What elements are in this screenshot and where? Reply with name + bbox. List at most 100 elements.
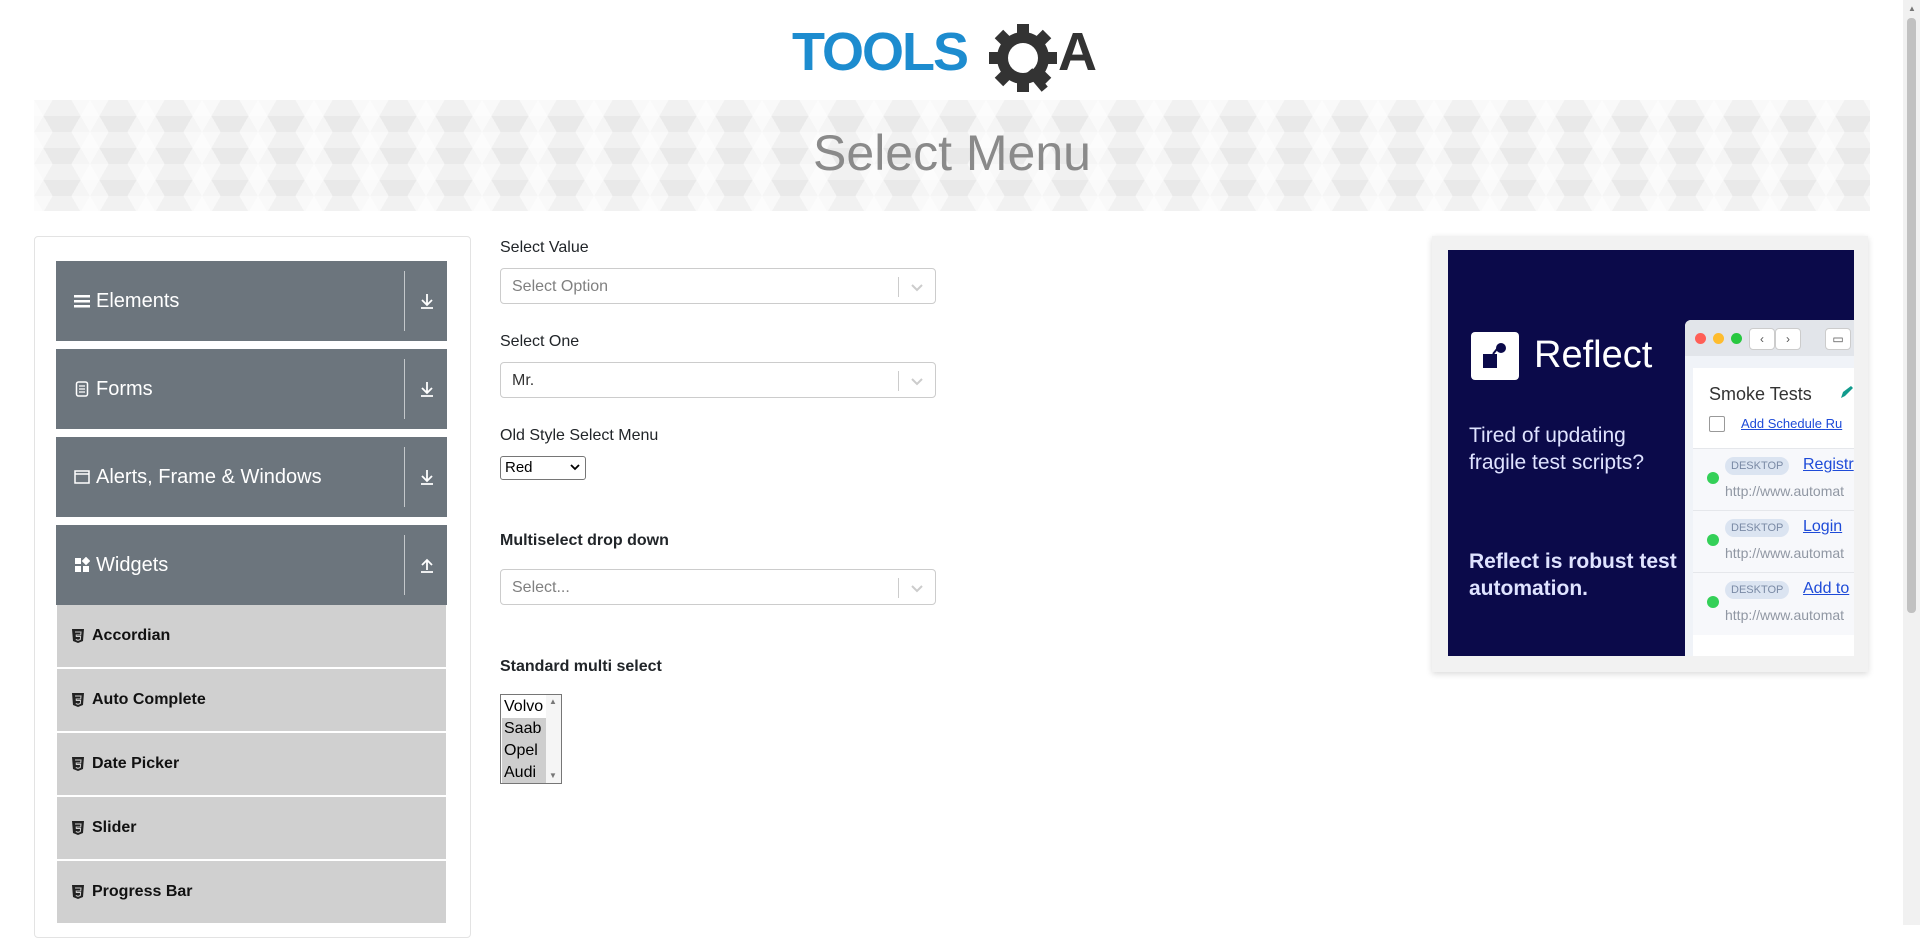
forward-icon: ›: [1775, 328, 1801, 350]
sidebar-item-label: Date Picker: [92, 755, 180, 772]
divider: [898, 371, 899, 391]
html5-icon: [72, 757, 84, 771]
document-icon: [74, 381, 90, 397]
reflect-ad[interactable]: Reflect Tired of updating fragile test s…: [1448, 250, 1854, 656]
divider: [898, 578, 899, 598]
test-link: Add to: [1803, 580, 1850, 597]
logo-text-a: A: [1058, 22, 1097, 82]
upload-arrow-icon[interactable]: [415, 553, 439, 577]
sidebar-item-date-picker[interactable]: Date Picker: [57, 733, 446, 797]
standard-multi-select-label: Standard multi select: [500, 658, 662, 675]
chevron-down-icon[interactable]: [909, 279, 925, 295]
sidebar-item-label: Accordian: [92, 627, 171, 644]
sidebar-item-auto-complete[interactable]: Auto Complete: [57, 669, 446, 733]
test-url: http://www.automat: [1725, 607, 1845, 623]
divider: [404, 535, 405, 595]
html5-icon: [72, 885, 84, 899]
platform-badge: DESKTOP: [1725, 457, 1790, 475]
page-scrollbar[interactable]: ▲: [1903, 0, 1920, 925]
status-dot-icon: [1707, 472, 1719, 484]
select-value-dropdown[interactable]: Select Option: [500, 268, 936, 304]
ad-window-titlebar: ‹ › ▭: [1685, 320, 1854, 356]
hamburger-icon: [74, 293, 90, 309]
scroll-up-icon[interactable]: ▲: [1908, 4, 1916, 13]
pencil-icon: [1841, 386, 1853, 398]
ad-test-row: DESKTOP Add to http://www.automat: [1693, 572, 1854, 635]
sidebar-item-accordian[interactable]: Accordian: [57, 605, 446, 669]
multiselect-label: Multiselect drop down: [500, 532, 669, 549]
option-audi[interactable]: Audi: [502, 762, 546, 783]
sidebar-item-label: Progress Bar: [92, 883, 193, 900]
html5-icon: [72, 693, 84, 707]
advertisement[interactable]: Reflect Tired of updating fragile test s…: [1432, 236, 1868, 672]
scrollbar-thumb[interactable]: [1907, 18, 1916, 613]
sidebar-group-label: Widgets: [96, 553, 169, 576]
sidebar-group-widgets[interactable]: Widgets: [56, 525, 447, 605]
platform-badge: DESKTOP: [1725, 519, 1790, 537]
chevron-down-icon: [570, 464, 580, 471]
ad-suite-title: Smoke Tests: [1709, 384, 1812, 404]
maximize-dot-icon: [1731, 333, 1742, 344]
select-value-placeholder: Select Option: [512, 278, 609, 295]
logo-text-tools: TOOLS: [792, 22, 967, 82]
sidebar: Elements Forms Alerts, Frame & Windows W…: [34, 236, 471, 938]
option-saab[interactable]: Saab: [502, 718, 546, 740]
multiselect-dropdown[interactable]: Select...: [500, 569, 936, 605]
ad-test-row: DESKTOP Registr http://www.automat: [1693, 448, 1854, 511]
sidebar-item-label: Slider: [92, 819, 137, 836]
sidebar-item-label: Auto Complete: [92, 691, 206, 708]
multiselect-placeholder: Select...: [512, 579, 570, 596]
ad-brand: Reflect: [1534, 334, 1653, 376]
html5-icon: [72, 821, 84, 835]
sidebar-group-alerts[interactable]: Alerts, Frame & Windows: [56, 437, 447, 517]
sidebar-group-elements[interactable]: Elements: [56, 261, 447, 341]
ad-browser-window: ‹ › ▭ Smoke Tests Add Schedule Ru DESKTO…: [1685, 320, 1854, 656]
toolsqa-logo[interactable]: TOOLS A: [790, 14, 1115, 94]
option-volvo[interactable]: Volvo: [502, 696, 546, 718]
sidebar-group-forms[interactable]: Forms: [56, 349, 447, 429]
window-icon: [74, 469, 90, 485]
old-style-select[interactable]: Red: [500, 456, 586, 480]
status-dot-icon: [1707, 596, 1719, 608]
test-url: http://www.automat: [1725, 483, 1845, 499]
divider: [404, 271, 405, 331]
divider: [404, 359, 405, 419]
page-banner: Select Menu: [34, 100, 1870, 211]
ad-headline: Tired of updating fragile test scripts?: [1469, 424, 1645, 474]
download-arrow-icon[interactable]: [415, 289, 439, 313]
status-dot-icon: [1707, 534, 1719, 546]
sidebar-toggle-icon: ▭: [1825, 328, 1851, 350]
sidebar-item-progress-bar[interactable]: Progress Bar: [57, 861, 446, 925]
select-one-dropdown[interactable]: Mr.: [500, 362, 936, 398]
sidebar-group-label: Elements: [96, 289, 180, 312]
download-arrow-icon[interactable]: [415, 465, 439, 489]
scroll-up-icon[interactable]: ▲: [549, 697, 557, 706]
ad-tagline: Reflect is robust test automation.: [1469, 550, 1677, 600]
test-url: http://www.automat: [1725, 545, 1845, 561]
html5-icon: [72, 629, 84, 643]
option-opel[interactable]: Opel: [502, 740, 546, 762]
chevron-down-icon[interactable]: [909, 580, 925, 596]
old-style-select-label: Old Style Select Menu: [500, 427, 659, 444]
select-value-label: Select Value: [500, 239, 589, 256]
reflect-logo-icon: [1471, 332, 1519, 380]
test-link: Registr: [1803, 456, 1854, 473]
page-title: Select Menu: [813, 125, 1091, 181]
gear-icon: [989, 24, 1057, 92]
sidebar-group-label: Alerts, Frame & Windows: [96, 465, 322, 488]
test-link: Login: [1803, 518, 1843, 535]
listbox-scrollbar[interactable]: ▲ ▼: [546, 695, 561, 783]
widgets-icon: [74, 557, 90, 573]
close-dot-icon: [1695, 333, 1706, 344]
scroll-down-icon[interactable]: ▼: [549, 771, 557, 780]
calendar-icon: [1709, 416, 1725, 432]
minimize-dot-icon: [1713, 333, 1724, 344]
ad-schedule-link: Add Schedule Ru: [1741, 416, 1843, 431]
sidebar-item-slider[interactable]: Slider: [57, 797, 446, 861]
download-arrow-icon[interactable]: [415, 377, 439, 401]
platform-badge: DESKTOP: [1725, 581, 1790, 599]
ad-test-card: Smoke Tests Add Schedule Ru DESKTOP Regi…: [1693, 368, 1854, 656]
standard-multi-select[interactable]: Volvo Saab Opel Audi ▲ ▼: [500, 694, 562, 784]
chevron-down-icon[interactable]: [909, 373, 925, 389]
select-one-value: Mr.: [512, 372, 535, 389]
